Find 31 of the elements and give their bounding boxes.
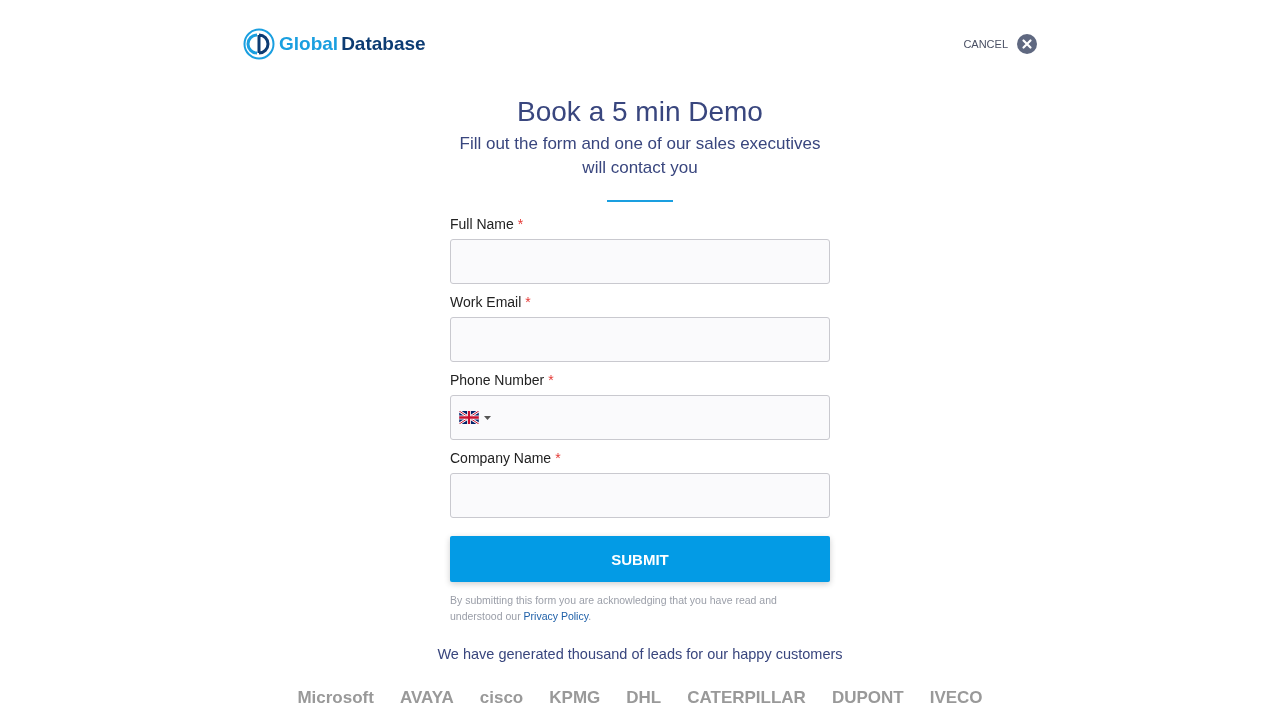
phone-field[interactable] [450, 395, 830, 440]
logo-text: Database [341, 33, 426, 55]
required-mark: * [555, 450, 561, 466]
logo-text: Global [279, 33, 339, 55]
customer-logo: Microsoft [297, 688, 374, 708]
field-label: Company Name [450, 450, 552, 466]
page-title: Book a 5 min Demo [517, 95, 763, 129]
required-mark: * [548, 372, 554, 388]
field-label: Phone Number [450, 372, 545, 388]
globe-logo-icon [243, 28, 275, 60]
customer-logo: AVAYA [399, 688, 454, 708]
required-mark: * [517, 216, 524, 232]
flag-icon[interactable] [459, 411, 479, 424]
required-mark: * [525, 294, 531, 310]
field-label: Work Email [450, 294, 522, 310]
customer-logo: DHL [626, 688, 662, 708]
close-icon [1017, 34, 1037, 54]
subtitle: Fill out the form and one of our sales executives will contact you [458, 133, 822, 179]
input-field[interactable] [450, 317, 830, 362]
customers-text: We have generated thousand of leads for our happy customers [437, 646, 843, 662]
disclaimer-text: By submitting this form you are acknowledging that you have read and understood our Privacy Policy. [450, 593, 778, 624]
field-label: Full Name [450, 216, 514, 232]
customer-logo: IVECO [929, 688, 983, 708]
customer-logo: DUPONT [831, 688, 904, 708]
customer-logo: CATERPILLAR [687, 688, 806, 708]
input-field[interactable] [450, 239, 830, 284]
input-field[interactable] [450, 473, 830, 518]
customer-logo: cisco [479, 688, 524, 708]
cancel-button[interactable]: CANCEL [963, 34, 1037, 54]
caret-icon[interactable] [484, 415, 491, 420]
customer-logo: KPMG [549, 688, 601, 708]
